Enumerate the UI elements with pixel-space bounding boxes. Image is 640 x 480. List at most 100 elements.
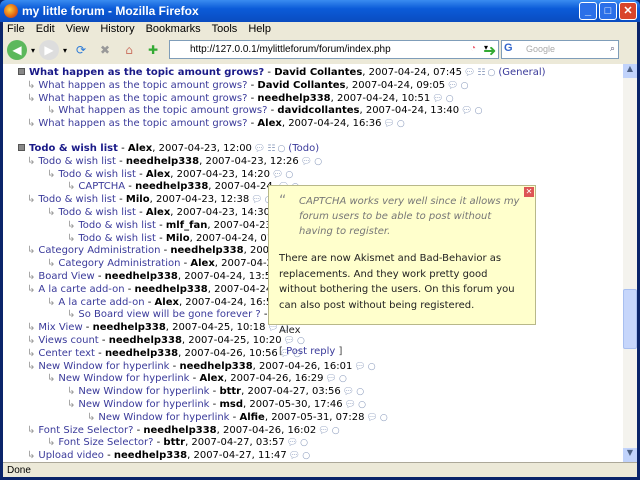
menu-view[interactable]: View: [66, 23, 90, 35]
reply-item: ↳ New Window for hyperlink - Alex, 2007-0…: [47, 373, 347, 385]
google-icon[interactable]: G: [504, 42, 513, 54]
post-title-link[interactable]: A la carte add-on: [58, 297, 144, 308]
comment-icon[interactable]: 💬︎: [464, 68, 475, 78]
post-title-link[interactable]: What happen as the topic amount grows?: [38, 118, 247, 129]
post-title-link[interactable]: Todo & wish list: [78, 233, 156, 244]
category-link[interactable]: (Todo): [288, 143, 319, 154]
post-author: needhelp338: [104, 347, 179, 359]
post-title-link[interactable]: What happen as the topic amount grows?: [38, 93, 247, 104]
post-title-link[interactable]: Todo & wish list: [78, 220, 156, 231]
home-button[interactable]: ⌂: [119, 40, 139, 60]
post-title-link[interactable]: Todo & wish list: [29, 143, 118, 154]
post-title-link[interactable]: Center text: [38, 348, 95, 359]
minimize-button[interactable]: _: [579, 2, 597, 20]
comment-icon[interactable]: 💬︎: [251, 195, 262, 205]
comment-icon[interactable]: 💬︎: [366, 413, 377, 423]
thread-toggle-icon[interactable]: [18, 144, 25, 151]
read-status-icon: ○: [285, 169, 294, 180]
address-bar[interactable]: http://127.0.0.1/mylittleforum/forum/ind…: [169, 40, 499, 59]
close-popup-icon[interactable]: ✕: [524, 187, 534, 197]
post-title-link[interactable]: New Window for hyperlink: [78, 386, 209, 397]
search-input[interactable]: G Google ⌕: [501, 40, 619, 59]
reply-item: ↳ Mix View - needhelp338, 2007-04-25, 10:…: [27, 322, 289, 334]
post-title-link[interactable]: What happen as the topic amount grows?: [29, 67, 264, 78]
post-title-link[interactable]: New Window for hyperlink: [58, 373, 189, 384]
post-title-link[interactable]: What happen as the topic amount grows?: [58, 105, 267, 116]
post-title-link[interactable]: Font Size Selector?: [38, 425, 133, 436]
post-title-link[interactable]: Category Administration: [38, 245, 160, 256]
comment-icon[interactable]: 💬︎: [383, 119, 394, 129]
tree-icon[interactable]: ☷: [477, 68, 485, 78]
comment-icon[interactable]: 💬︎: [254, 144, 265, 154]
reply-arrow-icon: ↳: [27, 118, 36, 130]
reload-button[interactable]: ⟳: [71, 40, 91, 60]
post-title-link[interactable]: So Board view will be gone forever ?: [78, 309, 260, 320]
menu-tools[interactable]: Tools: [212, 23, 238, 35]
post-title-link[interactable]: Views count: [38, 335, 98, 346]
post-title-link[interactable]: Todo & wish list: [38, 156, 116, 167]
post-date: 2007-04-23, 12:00: [158, 143, 252, 154]
post-title-link[interactable]: Category Administration: [58, 258, 180, 269]
comment-icon[interactable]: 💬︎: [432, 94, 443, 104]
reply-item: ↳ Todo & wish list - needhelp338, 2007-04…: [27, 155, 323, 167]
comment-icon[interactable]: 💬︎: [289, 451, 300, 461]
back-button[interactable]: ◀: [7, 40, 27, 60]
menu-file[interactable]: File: [7, 23, 25, 35]
comment-icon[interactable]: 💬︎: [326, 374, 337, 384]
comment-icon[interactable]: 💬︎: [447, 81, 458, 91]
read-status-icon: ○: [396, 119, 405, 130]
post-title-link[interactable]: New Window for hyperlink: [78, 399, 209, 410]
post-title-link[interactable]: What happen as the topic amount grows?: [38, 80, 247, 91]
scroll-up-button[interactable]: ▲: [623, 64, 637, 78]
close-button[interactable]: ✕: [619, 2, 637, 20]
maximize-button[interactable]: □: [599, 2, 617, 20]
scroll-down-button[interactable]: ▼: [623, 448, 637, 462]
menu-edit[interactable]: Edit: [36, 23, 55, 35]
menu-bookmarks[interactable]: Bookmarks: [146, 23, 201, 35]
go-button[interactable]: ➜: [483, 41, 496, 60]
tree-icon[interactable]: ☷: [267, 144, 275, 154]
rss-icon[interactable]: ◔: [470, 43, 476, 54]
post-title-link[interactable]: Todo & wish list: [58, 169, 136, 180]
thread-toggle-icon[interactable]: [18, 68, 25, 75]
search-icon[interactable]: ⌕: [610, 43, 615, 54]
comment-icon[interactable]: 💬︎: [301, 157, 312, 167]
post-title-link[interactable]: Upload video: [38, 450, 104, 461]
back-dropdown-icon[interactable]: ▾: [31, 46, 35, 55]
post-title-link[interactable]: A la carte add-on: [38, 284, 124, 295]
post-author: David Collantes: [257, 79, 346, 91]
comment-icon[interactable]: 💬︎: [272, 170, 283, 180]
comment-icon[interactable]: 💬︎: [318, 426, 329, 436]
comment-icon[interactable]: 💬︎: [287, 438, 298, 448]
vertical-scrollbar[interactable]: ▲ ▼: [623, 64, 637, 462]
category-link[interactable]: (General): [498, 67, 545, 78]
stop-button[interactable]: ✖: [95, 40, 115, 60]
read-status-icon: ○: [331, 425, 340, 436]
forward-dropdown-icon[interactable]: ▾: [63, 46, 67, 55]
post-date: 2007-04-26, 16:01: [259, 360, 353, 372]
post-title-link[interactable]: New Window for hyperlink: [38, 361, 169, 372]
post-title-link[interactable]: Mix View: [38, 322, 82, 333]
post-reply-link[interactable]: Post reply: [286, 346, 335, 357]
post-title-link[interactable]: Board View: [38, 271, 94, 282]
comment-icon[interactable]: 💬︎: [343, 387, 354, 397]
post-author: needhelp338: [113, 450, 188, 462]
menu-help[interactable]: Help: [248, 23, 271, 35]
read-status-icon: ○: [314, 156, 323, 167]
comment-icon[interactable]: 💬︎: [345, 400, 356, 410]
new-tab-button[interactable]: ✚: [143, 40, 163, 60]
comment-icon[interactable]: 💬︎: [284, 336, 295, 346]
post-title-link[interactable]: Font Size Selector?: [58, 437, 153, 448]
menu-history[interactable]: History: [100, 23, 134, 35]
reply-item: ↳ Category Administration - needhelp338, …: [27, 244, 309, 257]
forward-button[interactable]: ▶: [39, 40, 60, 60]
read-status-icon: ○: [300, 438, 309, 449]
comment-icon[interactable]: 💬︎: [461, 106, 472, 116]
post-title-link[interactable]: Todo & wish list: [58, 207, 136, 218]
scrollbar-thumb[interactable]: [623, 289, 637, 349]
post-title-link[interactable]: CAPTCHA: [78, 181, 125, 192]
post-title-link[interactable]: New Window for hyperlink: [98, 412, 229, 423]
comment-icon[interactable]: 💬︎: [354, 362, 365, 372]
reply-arrow-icon: ↳: [27, 194, 36, 206]
post-title-link[interactable]: Todo & wish list: [38, 194, 116, 205]
